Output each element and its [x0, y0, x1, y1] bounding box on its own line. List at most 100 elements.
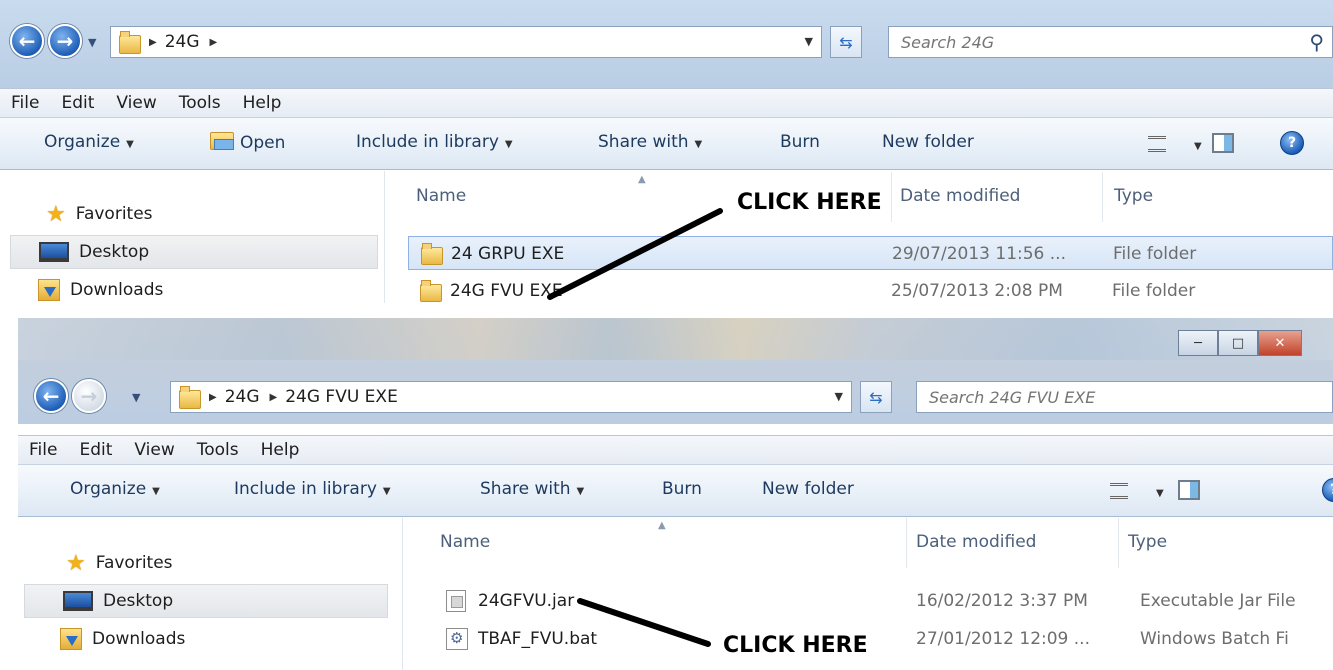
address-bar[interactable]: ▶ 24G ▶ ▼ — [110, 26, 822, 58]
organize-button[interactable]: Organize ▼ — [70, 479, 160, 499]
burn-button[interactable]: Burn — [662, 479, 702, 499]
file-date: 27/01/2012 12:09 ... — [916, 629, 1090, 649]
navigation-pane: ★ Favorites Desktop Downloads — [0, 171, 385, 303]
nav-desktop[interactable]: Desktop — [10, 235, 378, 269]
menu-tools[interactable]: Tools — [186, 440, 250, 460]
nav-favorites[interactable]: ★ Favorites — [46, 197, 153, 231]
breadcrumb-separator-icon[interactable]: ▶ — [210, 37, 218, 48]
column-header-date-modified[interactable]: Date modified — [900, 186, 1020, 206]
address-dropdown-icon[interactable]: ▼ — [805, 35, 813, 48]
forward-button[interactable]: → — [72, 379, 106, 413]
share-with-label: Share with — [598, 132, 689, 152]
view-options-dropdown[interactable]: ▼ — [1188, 134, 1202, 154]
title-address-area: ← → ▼ ▶ 24G ▶ ▼ ⇆ ⚲ — [0, 0, 1333, 88]
new-folder-button[interactable]: New folder — [762, 479, 854, 499]
nav-downloads[interactable]: Downloads — [60, 622, 185, 656]
nav-downloads[interactable]: Downloads — [38, 273, 163, 303]
share-with-button[interactable]: Share with ▼ — [598, 132, 702, 152]
folder-icon — [119, 31, 141, 54]
folder-icon — [179, 386, 201, 409]
desktop-icon — [63, 591, 93, 611]
help-icon[interactable]: ? — [1322, 478, 1333, 502]
breadcrumb-separator-icon[interactable]: ▶ — [209, 392, 217, 403]
file-type: Executable Jar File — [1140, 591, 1296, 611]
top-explorer-window: ← → ▼ ▶ 24G ▶ ▼ ⇆ ⚲ File Edit View Tools… — [0, 0, 1333, 303]
menu-help[interactable]: Help — [250, 440, 311, 460]
organize-label: Organize — [70, 479, 147, 499]
include-in-library-button[interactable]: Include in library ▼ — [234, 479, 391, 499]
column-header-date-modified[interactable]: Date modified — [916, 532, 1036, 552]
nav-desktop[interactable]: Desktop — [24, 584, 388, 618]
column-header-type[interactable]: Type — [1128, 532, 1167, 552]
change-view-icon[interactable] — [1110, 483, 1128, 499]
menu-file[interactable]: File — [0, 93, 50, 113]
bottom-explorer-window: ─ □ ✕ ← → ▼ ▶ 24G ▶ 24G FVU EXE ▼ ⇆ File… — [18, 318, 1333, 670]
menu-view[interactable]: View — [105, 93, 167, 113]
breadcrumb-24g[interactable]: 24G — [165, 32, 200, 52]
view-options-dropdown[interactable]: ▼ — [1150, 481, 1164, 501]
breadcrumb-24g[interactable]: 24G — [225, 387, 260, 407]
star-icon: ★ — [66, 550, 86, 576]
search-input[interactable] — [929, 387, 1332, 407]
file-name: TBAF_FVU.bat — [478, 629, 598, 649]
forward-button[interactable]: → — [48, 24, 82, 58]
refresh-button[interactable]: ⇆ — [860, 381, 892, 413]
change-view-icon[interactable] — [1148, 136, 1166, 152]
search-box[interactable] — [916, 381, 1333, 413]
close-button[interactable]: ✕ — [1258, 330, 1302, 356]
menu-help[interactable]: Help — [232, 93, 293, 113]
title-address-area: ─ □ ✕ ← → ▼ ▶ 24G ▶ 24G FVU EXE ▼ ⇆ — [18, 318, 1333, 424]
address-dropdown-icon[interactable]: ▼ — [835, 390, 843, 403]
column-header-type[interactable]: Type — [1114, 186, 1153, 206]
file-row[interactable]: TBAF_FVU.bat 27/01/2012 12:09 ... Window… — [434, 622, 1333, 656]
menu-edit[interactable]: Edit — [68, 440, 123, 460]
column-header-name[interactable]: Name — [440, 532, 490, 552]
help-icon[interactable]: ? — [1280, 131, 1304, 155]
menu-tools[interactable]: Tools — [168, 93, 232, 113]
column-divider[interactable] — [1102, 172, 1103, 222]
open-button[interactable]: Open — [210, 132, 285, 153]
maximize-button[interactable]: □ — [1218, 330, 1258, 356]
back-button[interactable]: ← — [10, 24, 44, 58]
nav-favorites[interactable]: ★ Favorites — [66, 546, 173, 580]
minimize-button[interactable]: ─ — [1178, 330, 1218, 356]
file-row[interactable]: 24G FVU EXE 25/07/2013 2:08 PM File fold… — [408, 274, 1333, 303]
burn-button[interactable]: Burn — [780, 132, 820, 152]
sort-ascending-icon: ▲ — [658, 520, 666, 531]
back-button[interactable]: ← — [34, 379, 68, 413]
menu-file[interactable]: File — [18, 440, 68, 460]
share-with-button[interactable]: Share with ▼ — [480, 479, 584, 499]
recent-pages-dropdown[interactable]: ▼ — [88, 36, 96, 49]
menu-edit[interactable]: Edit — [50, 93, 105, 113]
breadcrumb-separator-icon[interactable]: ▶ — [149, 37, 157, 48]
preview-pane-icon[interactable] — [1212, 133, 1234, 153]
refresh-button[interactable]: ⇆ — [830, 26, 862, 58]
downloads-icon — [38, 279, 60, 301]
column-header-name[interactable]: Name — [416, 186, 466, 206]
column-divider[interactable] — [906, 518, 907, 568]
open-label: Open — [240, 133, 286, 153]
breadcrumb-24g-fvu-exe[interactable]: 24G FVU EXE — [285, 387, 398, 407]
chevron-down-icon: ▼ — [504, 139, 513, 150]
search-icon[interactable]: ⚲ — [1309, 30, 1324, 54]
recent-pages-dropdown[interactable]: ▼ — [132, 391, 140, 404]
search-box[interactable]: ⚲ — [888, 26, 1333, 58]
organize-button[interactable]: Organize ▼ — [44, 132, 134, 152]
command-bar: Organize ▼ Open Include in library ▼ Share… — [0, 118, 1333, 170]
breadcrumb-separator-icon[interactable]: ▶ — [270, 392, 278, 403]
chevron-down-icon: ▼ — [152, 486, 160, 497]
include-in-library-button[interactable]: Include in library ▼ — [356, 132, 513, 152]
file-row[interactable]: 24 GRPU EXE 29/07/2013 11:56 ... File fo… — [408, 236, 1333, 270]
preview-pane-icon[interactable] — [1178, 480, 1200, 500]
new-folder-button[interactable]: New folder — [882, 132, 974, 152]
file-type: File folder — [1112, 281, 1196, 301]
folder-icon — [420, 280, 442, 302]
column-divider[interactable] — [1118, 518, 1119, 568]
search-input[interactable] — [901, 32, 1332, 52]
menu-view[interactable]: View — [123, 440, 185, 460]
file-date: 25/07/2013 2:08 PM — [891, 281, 1063, 301]
address-bar[interactable]: ▶ 24G ▶ 24G FVU EXE ▼ — [170, 381, 852, 413]
file-row[interactable]: 24GFVU.jar 16/02/2012 3:37 PM Executable… — [434, 584, 1333, 618]
column-headers: Name ▲ Date modified Type — [412, 518, 1333, 568]
column-divider[interactable] — [891, 172, 892, 222]
